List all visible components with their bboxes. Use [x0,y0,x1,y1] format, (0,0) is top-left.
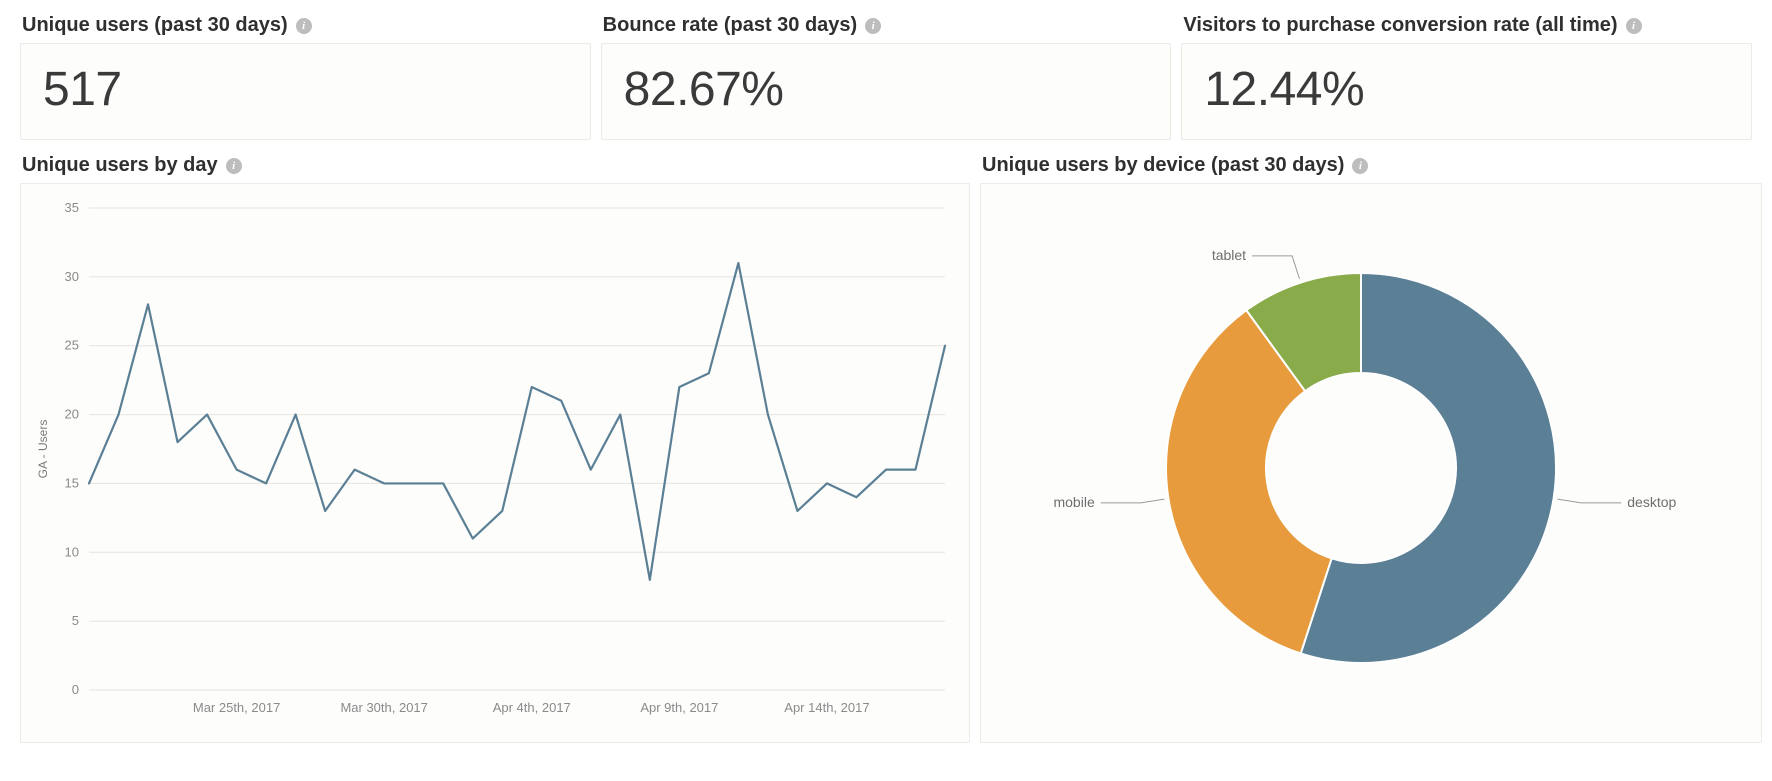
info-icon[interactable]: i [296,18,312,34]
info-icon[interactable]: i [1352,158,1368,174]
svg-text:35: 35 [65,200,79,215]
metric-unique-users: Unique users (past 30 days) i 517 [20,14,591,140]
line-chart-panel: Unique users by day i 0 5 10 15 20 25 30 35 GA -… [20,154,970,743]
info-icon[interactable]: i [865,18,881,34]
svg-text:25: 25 [65,338,79,353]
svg-text:15: 15 [65,475,79,490]
svg-text:0: 0 [72,682,79,697]
svg-text:Mar 30th, 2017: Mar 30th, 2017 [340,700,427,715]
svg-text:GA - Users: GA - Users [36,420,50,479]
donut-chart-box: desktop mobile tablet [980,183,1762,743]
metric-value: 517 [43,62,568,117]
metric-card: 12.44% [1181,43,1752,140]
metric-bounce-rate: Bounce rate (past 30 days) i 82.67% [601,14,1172,140]
chart-title: Unique users by day [22,154,218,177]
line-chart-box: 0 5 10 15 20 25 30 35 GA - Users Mar 25th, 2017 Ma… [20,183,970,743]
chart-title: Unique users by device (past 30 days) [982,154,1344,177]
charts-row: Unique users by day i 0 5 10 15 20 25 30 35 GA -… [0,150,1772,763]
metric-value: 12.44% [1204,62,1729,117]
svg-text:Apr 4th, 2017: Apr 4th, 2017 [493,700,571,715]
info-icon[interactable]: i [226,158,242,174]
svg-text:30: 30 [65,269,79,284]
info-icon[interactable]: i [1626,18,1642,34]
metric-title: Unique users (past 30 days) [22,14,288,37]
metric-title: Visitors to purchase conversion rate (al… [1183,14,1617,37]
metrics-row: Unique users (past 30 days) i 517 Bounce… [0,0,1772,150]
svg-text:10: 10 [65,544,79,559]
svg-text:Apr 9th, 2017: Apr 9th, 2017 [640,700,718,715]
metric-card: 517 [20,43,591,140]
svg-text:desktop: desktop [1627,494,1676,510]
svg-text:20: 20 [65,407,79,422]
metric-value: 82.67% [624,62,1149,117]
svg-text:Mar 25th, 2017: Mar 25th, 2017 [193,700,280,715]
metric-card: 82.67% [601,43,1172,140]
svg-text:5: 5 [72,613,79,628]
metric-title: Bounce rate (past 30 days) [603,14,858,37]
svg-text:tablet: tablet [1212,247,1246,263]
svg-text:mobile: mobile [1053,494,1094,510]
donut-chart-svg: desktop mobile tablet [991,198,1751,730]
line-chart-svg: 0 5 10 15 20 25 30 35 GA - Users Mar 25th, 2017 Ma… [31,198,959,730]
metric-conversion-rate: Visitors to purchase conversion rate (al… [1181,14,1752,140]
svg-text:Apr 14th, 2017: Apr 14th, 2017 [784,700,869,715]
donut-chart-panel: Unique users by device (past 30 days) i … [980,154,1762,743]
